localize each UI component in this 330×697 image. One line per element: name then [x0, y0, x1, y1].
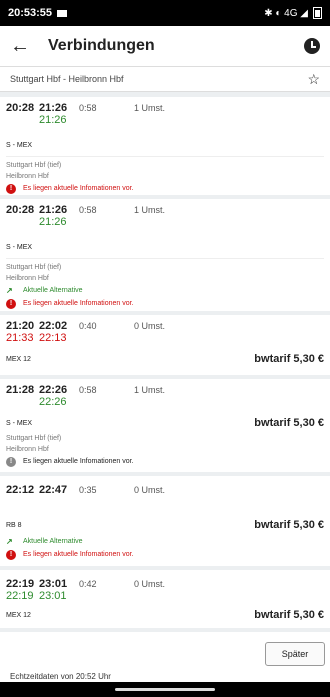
duration: 0:58: [79, 385, 97, 395]
later-button[interactable]: Später: [265, 642, 325, 666]
clock-icon[interactable]: [304, 38, 320, 54]
changes: 0 Umst.: [134, 321, 166, 331]
realtime-info: Echtzeitdaten von 20:52 Uhr: [10, 672, 111, 681]
route-label: Stuttgart Hbf - Heilbronn Hbf: [10, 74, 124, 84]
stop-1: Stuttgart Hbf (tief): [6, 162, 62, 169]
stop-2: Heilbronn Hbf: [6, 173, 49, 180]
train-name: S - MEX: [6, 419, 33, 427]
arrival-time: 21:26: [39, 204, 68, 216]
duration: 0:58: [79, 205, 97, 215]
arrival-time: 22:47: [39, 484, 68, 496]
train-name: MEX 12: [6, 355, 31, 363]
arrival-time: 21:26: [39, 102, 68, 114]
stop-1: Stuttgart Hbf (tief): [6, 264, 62, 271]
status-right: ✱ ◐ 4G ◢: [264, 7, 322, 19]
realtime-departure: 22:19: [6, 590, 34, 602]
back-arrow-icon[interactable]: ←: [10, 35, 36, 58]
arrival-time: 23:01: [39, 578, 68, 590]
alert-icon: !: [6, 183, 16, 194]
status-indicators: ✱ ◐ 4G ◢: [264, 7, 308, 19]
duration: 0:58: [79, 103, 97, 113]
alert-icon: !: [6, 456, 16, 467]
changes: 1 Umst.: [134, 385, 166, 395]
home-indicator[interactable]: [115, 688, 215, 691]
arrival-time: 22:26: [39, 384, 68, 396]
alternative-arrow-icon: ↗: [6, 537, 13, 546]
price: bwtarif 5,30 €: [254, 609, 324, 621]
info-message: ! Es liegen aktuelle Infomationen vor.: [6, 297, 324, 310]
departure-time: 21:20: [6, 320, 35, 332]
price: bwtarif 5,30 €: [254, 417, 324, 429]
route-bar: Stuttgart Hbf - Heilbronn Hbf ☆: [0, 66, 330, 92]
status-bar: 20:53:55 ✱ ◐ 4G ◢: [0, 0, 330, 26]
stop-1: Stuttgart Hbf (tief): [6, 435, 62, 442]
duration: 0:35: [79, 485, 97, 495]
train-name: MEX 12: [6, 611, 31, 619]
alternative-message[interactable]: ↗ Aktuelle Alternative: [6, 535, 324, 548]
realtime-arrival: 21:26: [39, 216, 67, 228]
departure-time: 21:28: [6, 384, 35, 396]
alert-icon: !: [6, 549, 16, 560]
connection-card-4[interactable]: 21:28 22:26 0:58 1 Umst. 22:26 S - MEX b…: [0, 379, 330, 472]
mail-icon: [57, 9, 68, 17]
connection-card-6[interactable]: 22:19 23:01 0:42 0 Umst. 22:19 23:01 MEX…: [0, 570, 330, 628]
connection-card-2[interactable]: 20:28 21:26 0:58 1 Umst. 21:26 S - MEX S…: [0, 199, 330, 311]
alternative-message[interactable]: ↗ Aktuelle Alternative: [6, 284, 324, 297]
stop-2: Heilbronn Hbf: [6, 275, 49, 282]
system-nav-bar: [0, 682, 330, 697]
connection-card-3[interactable]: 21:20 22:02 0:40 0 Umst. 21:33 22:13 MEX…: [0, 315, 330, 375]
price: bwtarif 5,30 €: [254, 519, 324, 531]
stop-2: Heilbronn Hbf: [6, 446, 49, 453]
battery-icon: [313, 7, 322, 19]
realtime-arrival: 22:13: [39, 332, 67, 344]
app-bar: ← Verbindungen: [0, 26, 330, 66]
realtime-arrival: 22:26: [39, 396, 67, 408]
train-name: S - MEX: [6, 243, 33, 251]
realtime-arrival: 23:01: [39, 590, 67, 602]
info-message: ! Es liegen aktuelle Infomationen vor.: [6, 455, 324, 468]
arrival-time: 22:02: [39, 320, 68, 332]
train-name: S - MEX: [6, 141, 33, 149]
duration: 0:42: [79, 579, 97, 589]
connection-card-1[interactable]: 20:28 21:26 0:58 1 Umst. 21:26 S - MEX S…: [0, 97, 330, 195]
departure-time: 22:19: [6, 578, 35, 590]
info-message: ! Es liegen aktuelle Infomationen vor.: [6, 182, 324, 195]
train-name: RB 8: [6, 521, 22, 529]
duration: 0:40: [79, 321, 97, 331]
alternative-arrow-icon: ↗: [6, 286, 13, 295]
changes: 0 Umst.: [134, 485, 166, 495]
departure-time: 20:28: [6, 204, 35, 216]
realtime-arrival: 21:26: [39, 114, 67, 126]
info-message: ! Es liegen aktuelle Infomationen vor.: [6, 548, 324, 561]
connection-card-5[interactable]: 22:12 22:47 0:35 0 Umst. RB 8 bwtarif 5,…: [0, 476, 330, 566]
changes: 0 Umst.: [134, 579, 166, 589]
alert-icon: !: [6, 298, 16, 309]
star-icon[interactable]: ☆: [307, 71, 320, 88]
page-title: Verbindungen: [48, 37, 155, 54]
departure-time: 22:12: [6, 484, 35, 496]
price: bwtarif 5,30 €: [254, 353, 324, 365]
changes: 1 Umst.: [134, 205, 166, 215]
changes: 1 Umst.: [134, 103, 166, 113]
realtime-departure: 21:33: [6, 332, 34, 344]
status-time: 20:53:55: [8, 7, 53, 19]
departure-time: 20:28: [6, 102, 35, 114]
